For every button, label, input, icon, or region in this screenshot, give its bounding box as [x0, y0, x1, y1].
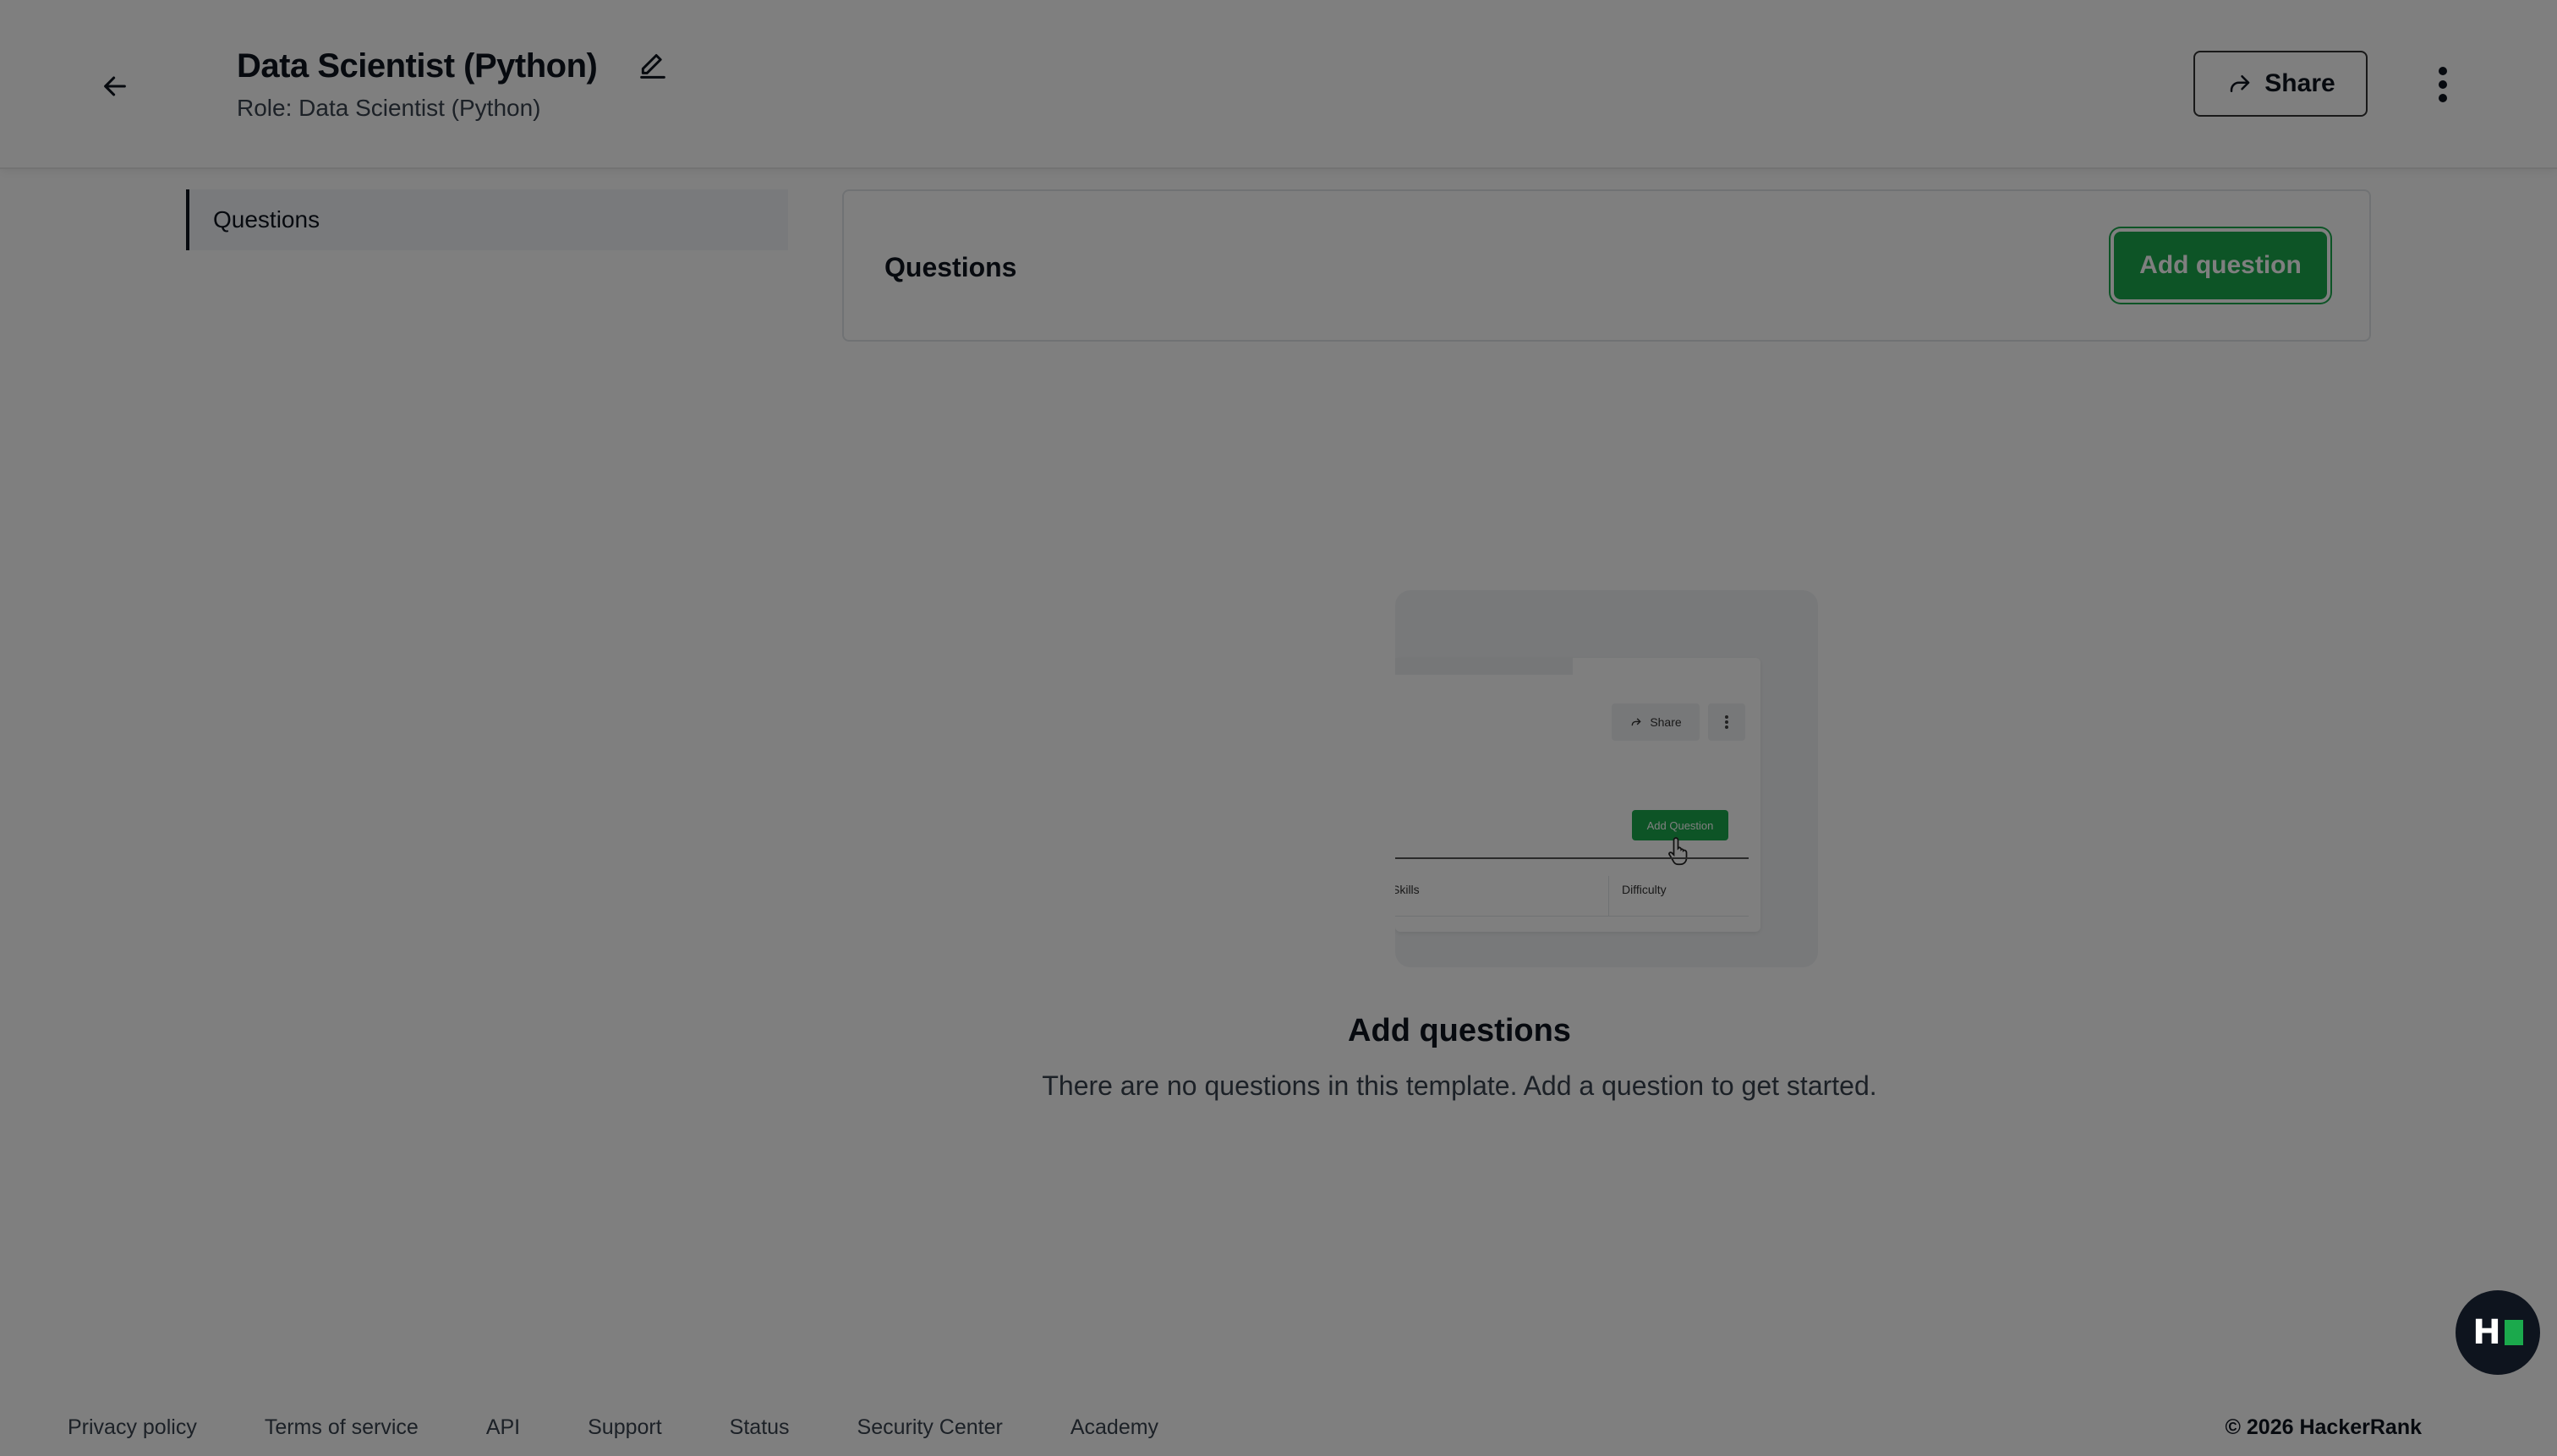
add-question-button[interactable]: Add question	[2114, 232, 2327, 299]
hackerrank-logo-block	[2504, 1320, 2523, 1345]
back-button[interactable]	[88, 59, 142, 113]
page: Data Scientist (Python) Role: Data Scien…	[0, 0, 2557, 1456]
page-header: Data Scientist (Python) Role: Data Scien…	[0, 0, 2557, 169]
page-title: Data Scientist (Python)	[237, 47, 598, 85]
footer-link-privacy[interactable]: Privacy policy	[68, 1415, 197, 1440]
footer-link-terms[interactable]: Terms of service	[265, 1415, 419, 1440]
empty-state-title: Add questions	[0, 1013, 2557, 1049]
illustration-table-header: Skills Difficulty	[1395, 876, 1749, 917]
illustration-divider	[1395, 857, 1749, 859]
kebab-icon	[2439, 67, 2447, 102]
edit-title-button[interactable]	[632, 46, 673, 86]
hackerrank-chat-button[interactable]: H	[2456, 1290, 2540, 1375]
share-button-label: Share	[2264, 69, 2335, 97]
title-row: Data Scientist (Python)	[237, 46, 673, 86]
hand-cursor-icon	[1668, 837, 1688, 866]
page-subtitle: Role: Data Scientist (Python)	[237, 95, 541, 121]
footer-link-status[interactable]: Status	[730, 1415, 790, 1440]
illustration-card: Share Add Question Skills Difficulty	[1395, 658, 1760, 932]
share-button[interactable]: Share	[2193, 51, 2368, 117]
more-options-button[interactable]	[2420, 59, 2466, 110]
footer-link-api[interactable]: API	[486, 1415, 520, 1440]
sidebar-item-questions[interactable]: Questions	[186, 189, 788, 250]
illustration-col-skills: Skills	[1395, 883, 1420, 896]
footer-link-support[interactable]: Support	[588, 1415, 662, 1440]
illustration-col-difficulty: Difficulty	[1622, 883, 1667, 896]
empty-state-illustration: Share Add Question Skills Difficulty	[1395, 590, 1818, 967]
copyright: © 2026 HackerRank	[2225, 1415, 2422, 1439]
questions-panel-title: Questions	[884, 252, 1017, 282]
empty-state-title-text: Add questions	[1348, 1013, 1571, 1048]
illustration-kebab	[1708, 703, 1745, 741]
share-arrow-icon	[1631, 718, 1641, 726]
kebab-icon	[1725, 715, 1728, 729]
footer-links: Privacy policy Terms of service API Supp…	[68, 1415, 1158, 1440]
empty-state-subtitle-text: There are no questions in this template.…	[1042, 1070, 1877, 1101]
empty-state-subtitle: There are no questions in this template.…	[0, 1070, 2557, 1102]
illustration-share-button: Share	[1612, 703, 1700, 741]
sidebar-item-label: Questions	[213, 206, 320, 233]
illustration-topbar	[1395, 658, 1573, 675]
footer-link-security-center[interactable]: Security Center	[857, 1415, 1003, 1440]
share-arrow-icon	[2231, 75, 2250, 92]
illustration-col-divider	[1608, 876, 1609, 917]
hackerrank-logo-icon: H	[2472, 1313, 2501, 1352]
title-group: Data Scientist (Python) Role: Data Scien…	[237, 46, 673, 122]
illustration-share-label: Share	[1650, 715, 1682, 729]
footer: Privacy policy Terms of service API Supp…	[0, 1409, 2557, 1456]
arrow-left-icon	[104, 76, 126, 96]
footer-link-academy[interactable]: Academy	[1070, 1415, 1158, 1440]
pencil-icon	[640, 54, 666, 79]
questions-panel: Questions Add question	[842, 189, 2371, 342]
